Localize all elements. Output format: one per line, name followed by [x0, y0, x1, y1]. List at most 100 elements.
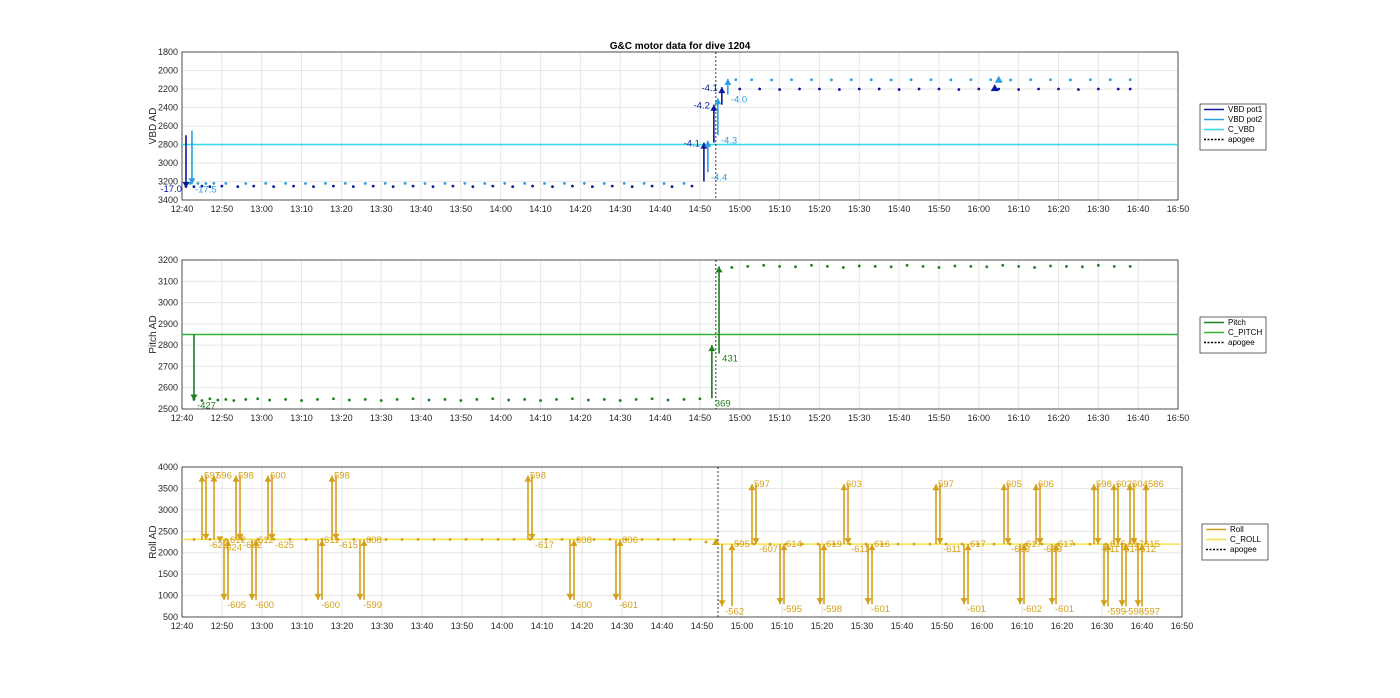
- data-point: [622, 181, 626, 185]
- data-point: [953, 264, 957, 268]
- x-tick-label: 13:00: [250, 413, 273, 423]
- x-tick-label: 14:00: [489, 204, 512, 214]
- x-tick-label: 16:20: [1047, 204, 1070, 214]
- data-point: [220, 184, 224, 188]
- data-point: [889, 78, 893, 82]
- chart-title: G&C motor data for dive 1204: [610, 41, 751, 52]
- data-point: [889, 265, 893, 269]
- y-tick-label: 1000: [158, 591, 178, 601]
- move-label: -599: [1107, 606, 1126, 617]
- x-tick-label: 15:50: [931, 621, 954, 631]
- data-point: [1029, 78, 1032, 82]
- x-tick-label: 14:40: [651, 621, 674, 631]
- x-tick-label: 15:10: [771, 621, 794, 631]
- data-point: [912, 542, 916, 546]
- data-point: [1057, 87, 1060, 91]
- data-point: [224, 181, 228, 185]
- panel-1: 12:40 12:50 13:00 13:10 13:20 13:30 13:40 13:50…: [148, 47, 1267, 214]
- data-point: [937, 87, 941, 91]
- data-point: [917, 87, 921, 91]
- y-tick-label: 3000: [158, 158, 178, 168]
- legend: RollC_ROLLapogee: [1201, 523, 1269, 561]
- legend: PitchC_PITCHapogee: [1199, 316, 1267, 354]
- x-tick-label: 14:00: [491, 621, 514, 631]
- y-tick-label: 2500: [158, 526, 178, 536]
- move-label: -607: [759, 544, 778, 555]
- legend-label: apogee: [1228, 338, 1255, 347]
- data-point: [543, 182, 546, 185]
- data-point: [877, 87, 881, 91]
- data-point: [304, 538, 308, 541]
- data-point: [1001, 263, 1005, 267]
- data-point: [734, 78, 738, 82]
- x-tick-label: 16:20: [1051, 621, 1074, 631]
- x-tick-label: 16:00: [971, 621, 994, 631]
- data-point: [897, 88, 901, 91]
- move-label: -617: [535, 540, 554, 551]
- x-tick-label: 14:10: [529, 413, 552, 423]
- data-point: [264, 181, 268, 185]
- y-axis-label: Roll AD: [148, 525, 159, 558]
- data-point: [634, 398, 638, 401]
- y-tick-label: 3200: [158, 255, 178, 265]
- data-point: [1128, 264, 1132, 268]
- data-point: [869, 78, 873, 82]
- data-point: [1049, 264, 1052, 268]
- data-point: [1108, 78, 1112, 82]
- y-tick-label: 2500: [158, 404, 178, 414]
- move-label: -605: [227, 600, 246, 611]
- data-point: [758, 87, 762, 91]
- y-tick-label: 500: [163, 612, 178, 622]
- move-label: 608: [576, 535, 592, 546]
- data-point: [1033, 266, 1036, 269]
- data-point: [463, 181, 467, 185]
- data-point: [416, 537, 420, 541]
- data-point: [443, 181, 447, 185]
- x-tick-label: 15:00: [731, 621, 754, 631]
- data-point: [363, 398, 367, 401]
- move-label: 369: [715, 398, 731, 409]
- x-tick-label: 13:20: [331, 621, 354, 631]
- move-label: 614: [786, 539, 802, 550]
- x-tick-label: 14:50: [689, 413, 712, 423]
- move-label: -17.0: [160, 184, 182, 195]
- data-point: [896, 542, 900, 546]
- x-tick-label: 15:30: [851, 621, 874, 631]
- data-point: [1069, 78, 1072, 82]
- data-point: [1096, 263, 1100, 267]
- move-label: -611: [943, 544, 961, 555]
- data-point: [857, 264, 861, 268]
- x-tick-label: 15:50: [928, 204, 951, 214]
- data-point: [826, 264, 829, 268]
- data-point: [464, 537, 468, 541]
- move-label: -601: [619, 600, 638, 611]
- x-tick-label: 16:20: [1047, 413, 1070, 423]
- data-point: [523, 181, 527, 185]
- x-tick-label: 16:10: [1007, 413, 1030, 423]
- move-label: -562: [725, 606, 744, 617]
- data-point: [351, 185, 355, 188]
- data-point: [480, 538, 484, 541]
- data-point: [411, 184, 415, 188]
- data-point: [1080, 265, 1084, 269]
- data-point: [531, 184, 534, 188]
- data-point: [491, 397, 495, 401]
- x-tick-label: 13:30: [370, 413, 393, 423]
- move-label: 586: [1148, 479, 1164, 490]
- data-point: [423, 182, 427, 185]
- legend-label: C_VBD: [1228, 125, 1255, 134]
- data-point: [857, 87, 861, 91]
- x-tick-label: 16:00: [968, 413, 991, 423]
- x-tick-label: 14:50: [689, 204, 712, 214]
- y-tick-label: 1500: [158, 569, 178, 579]
- y-tick-label: 2900: [158, 319, 178, 329]
- y-tick-label: 2000: [158, 66, 178, 76]
- data-point: [511, 185, 515, 188]
- move-label: 596: [216, 471, 232, 482]
- x-tick-label: 16:10: [1011, 621, 1034, 631]
- data-point: [650, 397, 654, 401]
- x-tick-label: 16:50: [1171, 621, 1194, 631]
- x-tick-label: 13:40: [410, 204, 433, 214]
- x-tick-label: 15:40: [888, 413, 911, 423]
- data-point: [1128, 87, 1132, 91]
